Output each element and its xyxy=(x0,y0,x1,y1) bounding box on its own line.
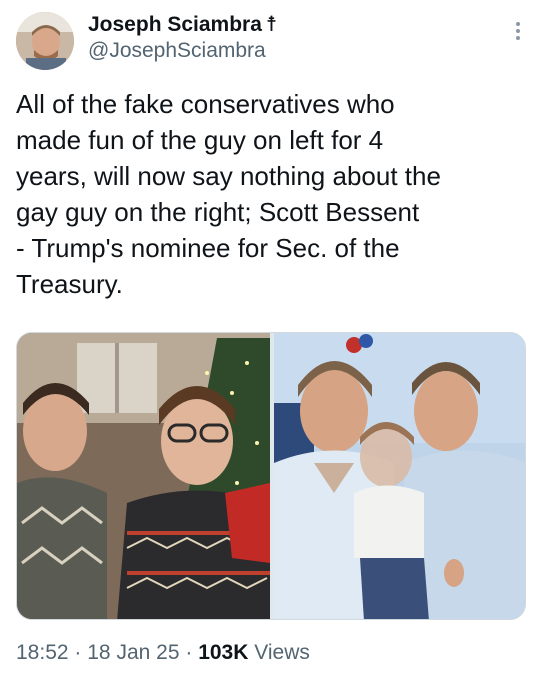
tweet-text-line: gay guy on the right; Scott Bessent xyxy=(16,197,420,227)
tweet-time-link[interactable]: 18:52 · 18 Jan 25 xyxy=(16,641,180,664)
tweet-card: Joseph Sciambra ☨ @JosephSciambra All of … xyxy=(0,0,542,680)
tweet-photo-left[interactable] xyxy=(17,333,270,619)
tweet-text-line: All of the fake conservatives who xyxy=(16,89,395,119)
author-display-name-text: Joseph Sciambra xyxy=(88,13,262,36)
meta-separator: · xyxy=(185,641,193,664)
tweet-date: 18 Jan 25 xyxy=(87,641,180,664)
tweet-text-line: - Trump's nominee for Sec. of the xyxy=(16,233,400,263)
tweet-time: 18:52 xyxy=(16,641,69,664)
photo-two-men-with-child-icon xyxy=(274,333,525,619)
cross-icon: ☨ xyxy=(265,13,278,36)
tweet-media-grid xyxy=(16,332,526,620)
photo-two-men-christmas-tree-icon xyxy=(17,333,270,619)
tweet-text-line: made fun of the guy on left for 4 xyxy=(16,125,384,155)
tweet-text-line: Treasury. xyxy=(16,269,123,299)
author-handle[interactable]: @JosephSciambra xyxy=(88,38,277,64)
views-label: Views xyxy=(254,641,310,664)
meta-separator: · xyxy=(74,641,82,664)
tweet-photo-right[interactable] xyxy=(274,333,525,619)
tweet-meta: 18:52 · 18 Jan 25 · 103K Views xyxy=(16,640,310,666)
author-display-name[interactable]: Joseph Sciambra ☨ xyxy=(88,12,277,38)
avatar-image-icon xyxy=(16,12,74,70)
tweet-text-line: years, will now say nothing about the xyxy=(16,161,441,191)
views-count[interactable]: 103K xyxy=(198,641,248,664)
author-info: Joseph Sciambra ☨ @JosephSciambra xyxy=(88,12,277,64)
more-options-icon[interactable] xyxy=(514,22,522,44)
author-avatar[interactable] xyxy=(16,12,74,70)
tweet-text: All of the fake conservatives who made f… xyxy=(16,86,526,302)
